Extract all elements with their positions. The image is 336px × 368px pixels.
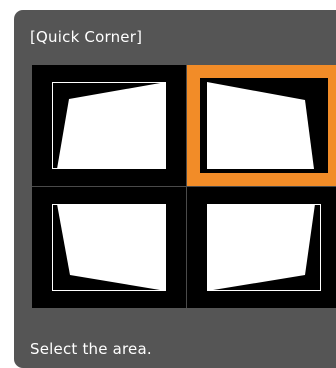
keystone-bottom-right-icon	[207, 204, 321, 291]
quick-corner-panel: [Quick Corner] Select the area.	[14, 10, 336, 368]
keystone-bottom-left-icon	[52, 204, 166, 291]
corner-selection-grid	[32, 65, 336, 308]
grid-divider-horizontal	[32, 186, 336, 187]
corner-option-top-left[interactable]	[32, 65, 186, 186]
status-message: Select the area.	[30, 340, 152, 358]
keystone-top-right-icon	[207, 82, 314, 169]
corner-option-bottom-left[interactable]	[32, 187, 186, 308]
keystone-top-left-icon	[52, 82, 166, 169]
corner-option-bottom-right[interactable]	[187, 187, 336, 308]
dialog-title: [Quick Corner]	[30, 28, 143, 46]
corner-option-top-right[interactable]	[187, 65, 336, 186]
